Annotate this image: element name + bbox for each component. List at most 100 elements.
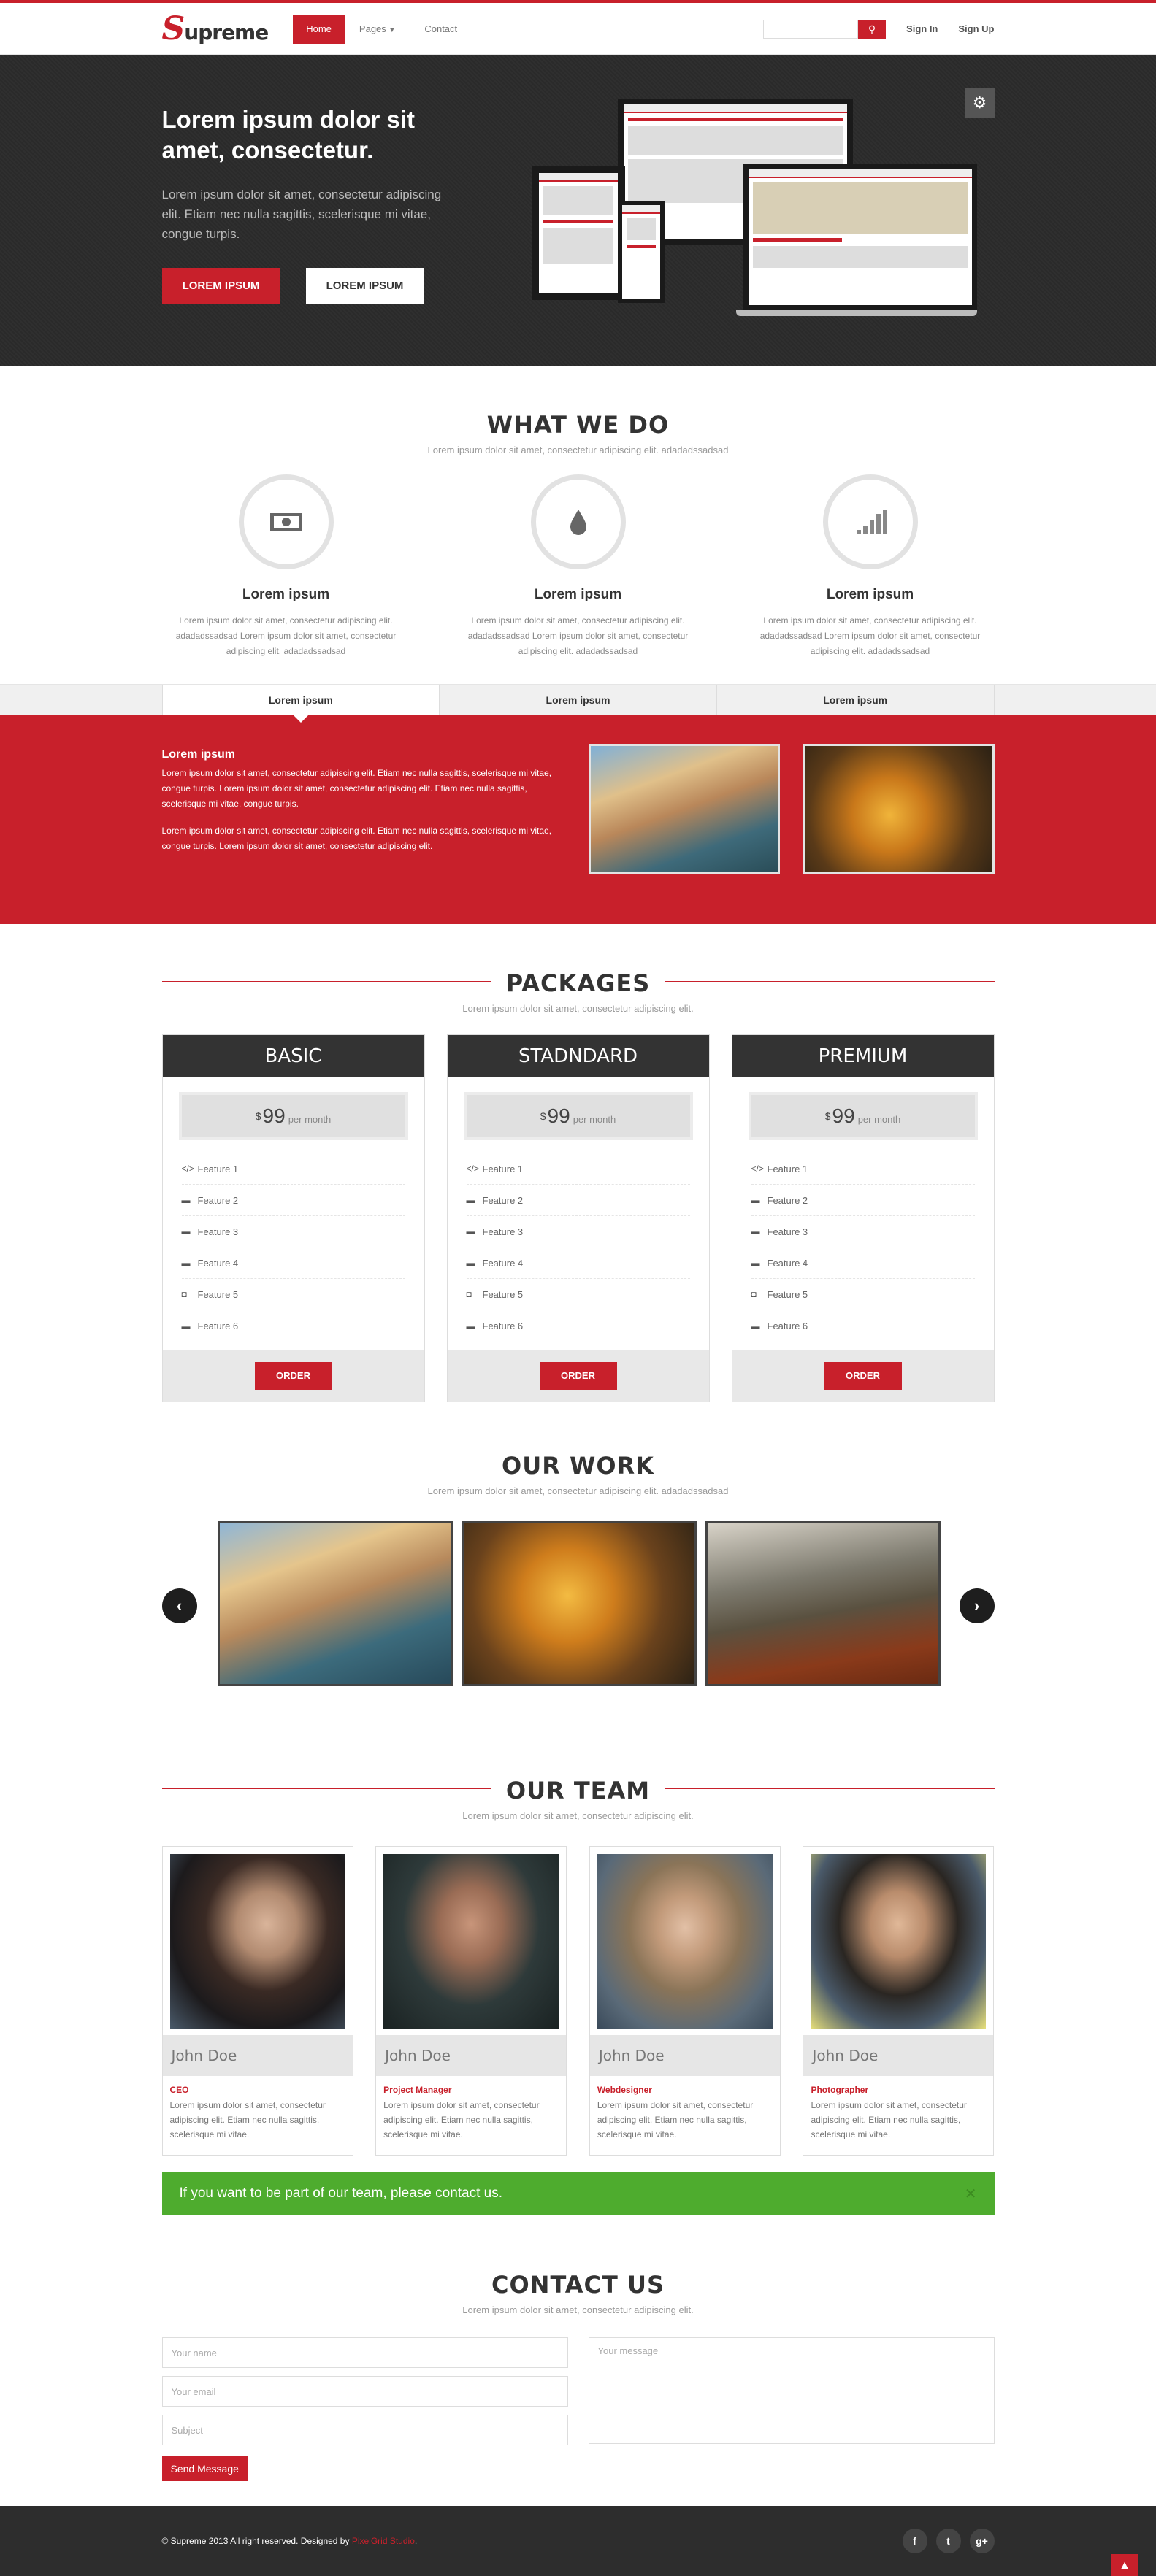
feature-item: ▬ Feature 4	[466, 1247, 690, 1279]
google-plus-icon[interactable]: g+	[969, 2529, 995, 2553]
nav-item-contact[interactable]: Contact	[410, 15, 472, 44]
section-title: PACKAGES	[491, 969, 665, 997]
team-member-card: John Doe CEO Lorem ipsum dolor sit amet,…	[161, 1846, 353, 2156]
hero-secondary-button[interactable]: LOREM IPSUM	[305, 268, 424, 304]
member-role: Photographer	[811, 2085, 869, 2095]
feature-card: Lorem ipsum Lorem ipsum dolor sit amet, …	[454, 474, 703, 659]
tab-panel-paragraph: Lorem ipsum dolor sit amet, consectetur …	[161, 826, 552, 851]
laptop-icon: ▬	[466, 1258, 475, 1268]
member-name: John Doe	[803, 2035, 994, 2076]
tab-3[interactable]: Lorem ipsum	[716, 685, 995, 715]
work-carousel: ‹ ›	[161, 1521, 995, 1686]
laptop-icon: ▬	[751, 1226, 760, 1237]
send-message-button[interactable]: Send Message	[161, 2456, 248, 2481]
laptop-icon: ▬	[466, 1195, 475, 1205]
feature-item: ◘ Feature 5	[181, 1279, 405, 1310]
nav-item-home[interactable]: Home	[293, 14, 345, 44]
avatar	[811, 1854, 987, 2029]
subject-field[interactable]: Subject	[161, 2415, 568, 2445]
hero-section: Lorem ipsum dolor sit amet, consectetur.…	[0, 55, 1156, 366]
signup-link[interactable]: Sign Up	[958, 23, 994, 34]
member-description: Lorem ipsum dolor sit amet, consectetur …	[169, 2100, 326, 2139]
package-price: $99 per month	[748, 1092, 978, 1140]
feature-card: Lorem ipsum Lorem ipsum dolor sit amet, …	[746, 474, 995, 659]
our-team-section: OUR TEAM Lorem ipsum dolor sit amet, con…	[161, 1777, 995, 2215]
section-subtitle: Lorem ipsum dolor sit amet, consectetur …	[462, 2304, 694, 2315]
main-nav: Home Pages ▼ Contact	[293, 3, 472, 55]
camera-icon: ◘	[181, 1289, 187, 1299]
signin-link[interactable]: Sign In	[906, 23, 938, 34]
email-field[interactable]: Your email	[161, 2376, 568, 2407]
feature-item: ▬ Feature 4	[751, 1247, 975, 1279]
order-button[interactable]: ORDER	[254, 1362, 332, 1390]
package-name: STADNDARD	[447, 1035, 709, 1077]
feature-title: Lorem ipsum	[534, 587, 622, 602]
footer: © Supreme 2013 All right reserved. Desig…	[0, 2506, 1156, 2576]
nav-item-pages[interactable]: Pages ▼	[345, 15, 410, 44]
top-navbar: Supreme Home Pages ▼ Contact ⚲ Sign In S…	[0, 0, 1156, 55]
studio-link[interactable]: PixelGrid Studio	[352, 2536, 415, 2546]
avatar	[169, 1854, 345, 2029]
search-input[interactable]	[763, 19, 859, 39]
member-name: John Doe	[162, 2035, 353, 2076]
member-name: John Doe	[589, 2035, 780, 2076]
avatar	[383, 1854, 559, 2029]
carousel-next-button[interactable]: ›	[959, 1588, 995, 1623]
feature-text: Lorem ipsum dolor sit amet, consectetur …	[759, 615, 981, 656]
facebook-icon[interactable]: f	[902, 2529, 927, 2553]
section-subtitle: Lorem ipsum dolor sit amet, consectetur …	[462, 1003, 694, 1014]
code-icon: </>	[181, 1164, 194, 1174]
drop-icon	[530, 474, 626, 569]
feature-item: ▬ Feature 6	[751, 1320, 808, 1331]
work-image[interactable]	[217, 1521, 453, 1686]
section-subtitle: Lorem ipsum dolor sit amet, consectetur …	[427, 1485, 729, 1496]
package-price: $99 per month	[463, 1092, 693, 1140]
feature-item: ◘ Feature 5	[751, 1279, 975, 1310]
team-member-card: John Doe Photographer Lorem ipsum dolor …	[803, 1846, 995, 2156]
logo[interactable]: Supreme	[162, 10, 269, 47]
twitter-icon[interactable]: t	[935, 2529, 961, 2553]
work-image[interactable]	[705, 1521, 941, 1686]
what-we-do-section: WHAT WE DO Lorem ipsum dolor sit amet, c…	[161, 411, 995, 659]
code-icon: </>	[751, 1164, 764, 1174]
settings-gear-button[interactable]: ⚙	[965, 88, 995, 118]
laptop-base	[735, 310, 977, 316]
carousel-prev-button[interactable]: ‹	[161, 1588, 197, 1623]
name-field[interactable]: Your name	[161, 2337, 568, 2368]
member-description: Lorem ipsum dolor sit amet, consectetur …	[597, 2100, 754, 2139]
camera-icon: ◘	[466, 1289, 472, 1299]
feature-item: ▬ Feature 3	[466, 1216, 690, 1247]
feature-text: Lorem ipsum dolor sit amet, consectetur …	[467, 615, 689, 656]
laptop-icon: ▬	[751, 1258, 760, 1268]
package-card-basic: BASIC $99 per month </> Feature 1 ▬ Feature…	[161, 1034, 425, 1402]
signal-icon	[822, 474, 918, 569]
section-title: OUR WORK	[487, 1452, 669, 1480]
money-icon	[238, 474, 334, 569]
member-role: Webdesigner	[597, 2085, 652, 2095]
close-icon[interactable]: ✕	[965, 2185, 977, 2203]
section-subtitle: Lorem ipsum dolor sit amet, consectetur …	[427, 445, 729, 455]
order-button[interactable]: ORDER	[539, 1362, 617, 1390]
message-field[interactable]: Your message	[588, 2337, 995, 2444]
feature-title: Lorem ipsum	[826, 587, 914, 602]
package-name: BASIC	[162, 1035, 424, 1077]
hero-primary-button[interactable]: LOREM IPSUM	[161, 268, 280, 304]
feature-text: Lorem ipsum dolor sit amet, consectetur …	[175, 615, 397, 656]
laptop-icon: ▬	[466, 1226, 475, 1237]
search-button[interactable]: ⚲	[858, 19, 887, 39]
back-to-top-button[interactable]: ▲	[1111, 2554, 1138, 2576]
work-image[interactable]	[461, 1521, 697, 1686]
tab-panel-title: Lorem ipsum	[161, 748, 235, 761]
packages-section: PACKAGES Lorem ipsum dolor sit amet, con…	[161, 969, 995, 1402]
package-card-standard: STADNDARD $99 per month </> Feature 1 ▬ Fea…	[446, 1034, 710, 1402]
member-name: John Doe	[376, 2035, 567, 2076]
tab-2[interactable]: Lorem ipsum	[439, 685, 716, 715]
alert-text: If you want to be part of our team, plea…	[179, 2185, 503, 2201]
hero-text: Lorem ipsum dolor sit amet, consectetur …	[161, 188, 442, 241]
order-button[interactable]: ORDER	[824, 1362, 902, 1390]
tablet-screen	[531, 166, 625, 300]
tabs-bar: Lorem ipsum Lorem ipsum Lorem ipsum	[0, 684, 1156, 723]
tab-1[interactable]: Lorem ipsum	[161, 685, 440, 723]
section-title: CONTACT US	[476, 2271, 680, 2299]
devices-illustration	[531, 99, 977, 318]
